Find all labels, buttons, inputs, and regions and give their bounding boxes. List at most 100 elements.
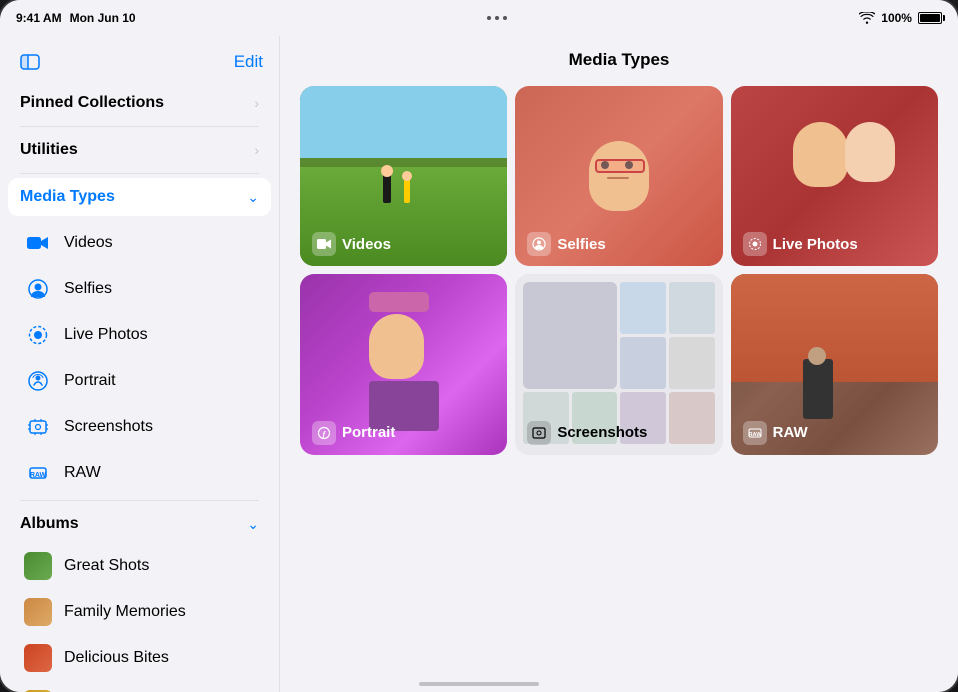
sidebar-item-media-types[interactable]: Media Types ⌄ xyxy=(8,178,271,216)
time: 9:41 AM xyxy=(16,11,62,25)
grid-item-portrait[interactable]: ƒ Portrait xyxy=(300,274,507,454)
media-type-items: Videos Selfies xyxy=(8,220,271,496)
videos-grid-icon xyxy=(312,232,336,256)
svg-text:RAW: RAW xyxy=(748,432,761,438)
building-raw xyxy=(731,274,938,382)
status-right: 100% xyxy=(859,11,942,25)
grid-item-selfies[interactable]: Selfies xyxy=(515,86,722,266)
sidebar-header: Edit xyxy=(0,36,279,84)
grid-item-raw[interactable]: RAW RAW xyxy=(731,274,938,454)
grid-item-videos[interactable]: Videos xyxy=(300,86,507,266)
screenshots-grid-icon xyxy=(527,421,551,445)
family-memories-thumb xyxy=(24,598,52,626)
great-shots-label: Great Shots xyxy=(64,557,149,575)
screenshots-icon xyxy=(24,413,52,441)
home-indicator xyxy=(419,682,539,686)
divider2 xyxy=(20,173,259,174)
raw-label: RAW xyxy=(64,464,101,482)
media-grid: Videos xyxy=(300,86,938,455)
sidebar-item-family-memories[interactable]: Family Memories xyxy=(12,589,267,635)
video-icon xyxy=(24,229,52,257)
media-types-label: Media Types xyxy=(20,188,115,206)
edit-button[interactable]: Edit xyxy=(234,52,263,72)
battery-percent: 100% xyxy=(881,11,912,25)
sidebar-item-live-photos[interactable]: Live Photos xyxy=(12,312,267,358)
selfie-person xyxy=(589,141,649,211)
status-bar: 9:41 AM Mon Jun 10 100% xyxy=(0,0,958,36)
nav-section-media-types: Media Types ⌄ xyxy=(8,178,271,216)
grid-item-live-photos[interactable]: Live Photos xyxy=(731,86,938,266)
battery-icon xyxy=(918,12,942,24)
live-face2 xyxy=(845,122,895,182)
selfies-icon xyxy=(24,275,52,303)
sidebar-item-portrait[interactable]: Portrait xyxy=(12,358,267,404)
ipad-frame: 9:41 AM Mon Jun 10 100% xyxy=(0,0,958,692)
app-container: Edit Pinned Collections › Utilities › xyxy=(0,36,958,692)
screenshot-thumb-3 xyxy=(669,282,715,334)
portrait-grid-text: Portrait xyxy=(342,424,395,441)
live-face1 xyxy=(793,122,848,187)
sidebar-item-videos[interactable]: Videos xyxy=(12,220,267,266)
utilities-label: Utilities xyxy=(20,141,78,159)
sidebar: Edit Pinned Collections › Utilities › xyxy=(0,36,280,692)
sidebar-toggle-button[interactable] xyxy=(16,48,44,76)
raw-person xyxy=(803,359,833,419)
sidebar-icon xyxy=(19,51,41,73)
raw-grid-icon: RAW xyxy=(743,421,767,445)
live-photos-label: Live Photos xyxy=(64,326,148,344)
live-person1 xyxy=(793,122,848,187)
divider1 xyxy=(20,126,259,127)
portrait-hat xyxy=(369,292,429,312)
albums-section[interactable]: Albums ⌄ xyxy=(8,505,271,543)
selfie-face xyxy=(589,141,649,211)
chevron-right-icon-2: › xyxy=(254,142,259,158)
live-photos-grid-label: Live Photos xyxy=(743,232,858,256)
sidebar-item-utilities[interactable]: Utilities › xyxy=(8,131,271,169)
sidebar-item-pinned-collections[interactable]: Pinned Collections › xyxy=(8,84,271,122)
portrait-person xyxy=(369,292,439,431)
selfies-grid-label: Selfies xyxy=(527,232,605,256)
chevron-down-icon: ⌄ xyxy=(247,189,259,206)
albums-chevron-icon: ⌄ xyxy=(247,516,259,533)
raw-grid-text: RAW xyxy=(773,424,808,441)
sidebar-item-in-the-sun[interactable]: In the Sun xyxy=(12,681,267,692)
portrait-grid-label: ƒ Portrait xyxy=(312,421,395,445)
date: Mon Jun 10 xyxy=(70,11,136,25)
status-left: 9:41 AM Mon Jun 10 xyxy=(16,11,136,25)
great-shots-thumb xyxy=(24,552,52,580)
battery-fill xyxy=(920,14,940,22)
selfies-grid-text: Selfies xyxy=(557,236,605,253)
screenshots-label: Screenshots xyxy=(64,418,153,436)
sidebar-item-delicious-bites[interactable]: Delicious Bites xyxy=(12,635,267,681)
raw-grid-label: RAW RAW xyxy=(743,421,808,445)
divider3 xyxy=(20,500,259,501)
live-photos-icon xyxy=(24,321,52,349)
status-dots xyxy=(487,16,507,20)
sidebar-nav: Pinned Collections › Utilities › xyxy=(0,84,279,692)
videos-label: Videos xyxy=(64,234,113,252)
sidebar-item-raw[interactable]: RAW RAW xyxy=(12,450,267,496)
sidebar-item-selfies[interactable]: Selfies xyxy=(12,266,267,312)
svg-text:RAW: RAW xyxy=(30,472,47,479)
portrait-label: Portrait xyxy=(64,372,116,390)
live-photos-grid-text: Live Photos xyxy=(773,236,858,253)
svg-text:ƒ: ƒ xyxy=(322,429,326,438)
raw-figure xyxy=(803,359,833,419)
screenshot-thumb-5 xyxy=(669,337,715,389)
sidebar-item-great-shots[interactable]: Great Shots xyxy=(12,543,267,589)
person-silhouette xyxy=(383,173,391,203)
sidebar-item-screenshots[interactable]: Screenshots xyxy=(12,404,267,450)
grid-item-screenshots[interactable]: Screenshots xyxy=(515,274,722,454)
delicious-bites-label: Delicious Bites xyxy=(64,649,169,667)
nav-section-utilities: Utilities › xyxy=(8,131,271,169)
videos-grid-label: Videos xyxy=(312,232,391,256)
pinned-collections-label: Pinned Collections xyxy=(20,94,164,112)
delicious-bites-thumb xyxy=(24,644,52,672)
live-photos-grid-icon xyxy=(743,232,767,256)
videos-grid-text: Videos xyxy=(342,236,391,253)
screenshot-thumb-2 xyxy=(620,282,666,334)
screenshot-thumb-9 xyxy=(669,392,715,444)
screenshot-thumb-large xyxy=(523,282,617,389)
screenshots-grid-text: Screenshots xyxy=(557,424,647,441)
selfie-glasses xyxy=(595,159,645,173)
